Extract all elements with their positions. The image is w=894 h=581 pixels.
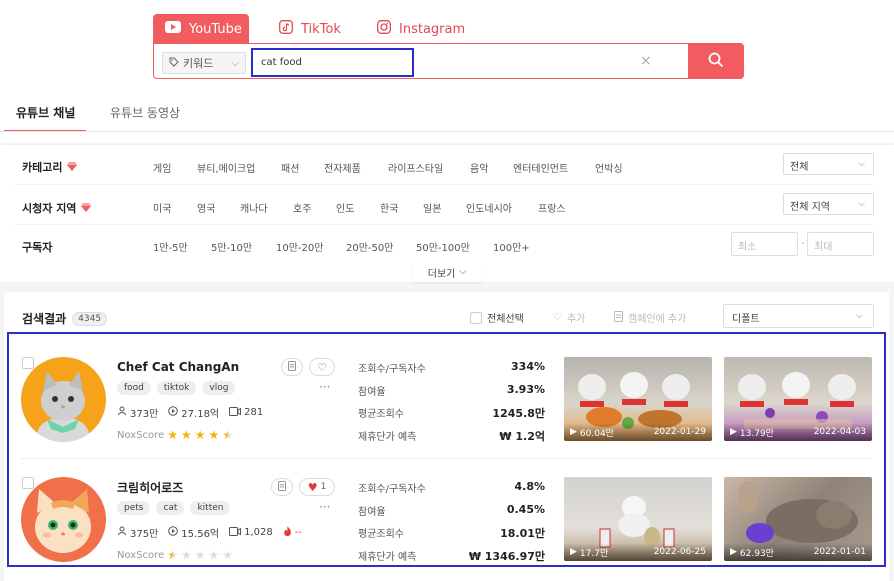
sort-select[interactable]: 디폴트 ⌵ (723, 304, 874, 328)
filter-subscribers-text: 구독자 (22, 241, 53, 254)
region-select-value: 전체 지역 (790, 202, 830, 213)
results-title: 검색결과 4345 (22, 310, 108, 327)
search-bar: 키워드 ⌵ cat food × (153, 43, 744, 79)
filter-region-item[interactable]: 프랑스 (538, 200, 566, 215)
chevron-down-icon: ⌵ (856, 311, 863, 321)
results-title-text: 검색결과 (22, 312, 67, 326)
tag-icon (169, 57, 179, 70)
tab-tiktok-label: TikTok (301, 21, 341, 37)
filter-category-item[interactable]: 게임 (153, 160, 171, 175)
filter-subscribers-label: 구독자 (22, 239, 52, 255)
range-separator: - (801, 238, 805, 249)
filter-region-item[interactable]: 호주 (293, 200, 311, 215)
filter-subscribers-item[interactable]: 5만-10만 (211, 239, 252, 254)
keyword-type-value: 키워드 (183, 57, 214, 70)
filter-category-item[interactable]: 언박싱 (595, 160, 623, 175)
highlight-box (7, 332, 886, 567)
add-campaign-button[interactable]: 캠페인에 추가 (614, 310, 686, 325)
youtube-icon (165, 21, 181, 37)
subscribers-max-input[interactable]: 최대 (807, 232, 874, 256)
keyword-type-select[interactable]: 키워드 ⌵ (162, 52, 246, 74)
chevron-down-icon: ⌵ (858, 199, 865, 209)
select-all[interactable]: 전체선택 (470, 310, 524, 325)
filter-region-text: 시청자 지역 (22, 202, 77, 215)
more-filters-label: 더보기 (427, 268, 456, 280)
filter-category-item[interactable]: 패션 (281, 160, 299, 175)
select-all-label: 전체선택 (487, 314, 524, 325)
tab-tiktok[interactable]: TikTok (267, 14, 353, 44)
category-select[interactable]: 전체 ⌵ (783, 153, 874, 175)
filter-subscribers-item[interactable]: 1만-5만 (153, 239, 188, 254)
chevron-down-icon: ⌵ (231, 57, 239, 69)
region-select[interactable]: 전체 지역 ⌵ (783, 193, 874, 215)
filter-divider (14, 224, 874, 225)
diamond-icon (67, 161, 78, 174)
filter-region-item[interactable]: 한국 (380, 200, 398, 215)
tab-youtube-channel[interactable]: 유튜브 채널 (16, 104, 75, 121)
filter-category-item[interactable]: 엔터테인먼트 (513, 160, 568, 175)
search-icon (708, 52, 724, 71)
heart-icon: ♡ (553, 312, 562, 323)
tab-youtube-video[interactable]: 유튜브 동영상 (110, 104, 180, 121)
add-campaign-label: 캠페인에 추가 (628, 314, 687, 325)
tab-instagram[interactable]: Instagram (365, 14, 477, 44)
chevron-down-icon: ⌵ (459, 267, 467, 277)
filter-region-item[interactable]: 인도 (336, 200, 354, 215)
search-input[interactable]: cat food (251, 48, 414, 77)
tab-youtube-label: YouTube (189, 21, 242, 37)
filter-region-item[interactable]: 인도네시아 (466, 200, 512, 215)
filter-subscribers-item[interactable]: 20만-50만 (346, 239, 393, 254)
tab-youtube[interactable]: YouTube (153, 14, 249, 44)
filter-region-item[interactable]: 일본 (423, 200, 441, 215)
filter-category-item[interactable]: 음악 (470, 160, 488, 175)
instagram-icon (377, 20, 391, 38)
filter-region-item[interactable]: 미국 (153, 200, 171, 215)
diamond-icon (81, 202, 92, 215)
tiktok-icon (279, 20, 293, 38)
add-label: 추가 (566, 314, 586, 325)
filter-region-item[interactable]: 영국 (197, 200, 215, 215)
close-icon[interactable]: × (640, 53, 652, 69)
filter-region-item[interactable]: 캐나다 (240, 200, 268, 215)
document-icon (614, 310, 623, 325)
filter-subscribers-item[interactable]: 50만-100만 (416, 239, 470, 254)
filter-category-item[interactable]: 라이프스타일 (388, 160, 443, 175)
sort-select-value: 디폴트 (732, 314, 760, 325)
filter-subscribers-item[interactable]: 100만+ (493, 239, 530, 254)
more-filters-button[interactable]: 더보기 ⌵ (412, 262, 482, 282)
filter-panel: 카테고리 게임 뷰티,메이크업 패션 전자제품 라이프스타일 음악 엔터테인먼트… (4, 144, 889, 281)
tab-divider (0, 131, 894, 132)
chevron-down-icon: ⌵ (858, 159, 865, 169)
search-button[interactable] (688, 43, 744, 79)
filter-divider (14, 184, 874, 185)
filter-category-item[interactable]: 전자제품 (324, 160, 361, 175)
filter-subscribers-item[interactable]: 10만-20만 (276, 239, 323, 254)
tab-instagram-label: Instagram (399, 21, 466, 37)
results-count-badge: 4345 (72, 311, 108, 326)
category-select-value: 전체 (790, 162, 809, 173)
add-button[interactable]: ♡ 추가 (553, 310, 585, 325)
filter-category-item[interactable]: 뷰티,메이크업 (197, 160, 255, 175)
select-all-checkbox[interactable] (470, 311, 482, 324)
filter-category-text: 카테고리 (22, 161, 63, 174)
filter-category-label: 카테고리 (22, 159, 78, 175)
subscribers-min-input[interactable]: 최소 (731, 232, 798, 256)
filter-region-label: 시청자 지역 (22, 200, 92, 216)
